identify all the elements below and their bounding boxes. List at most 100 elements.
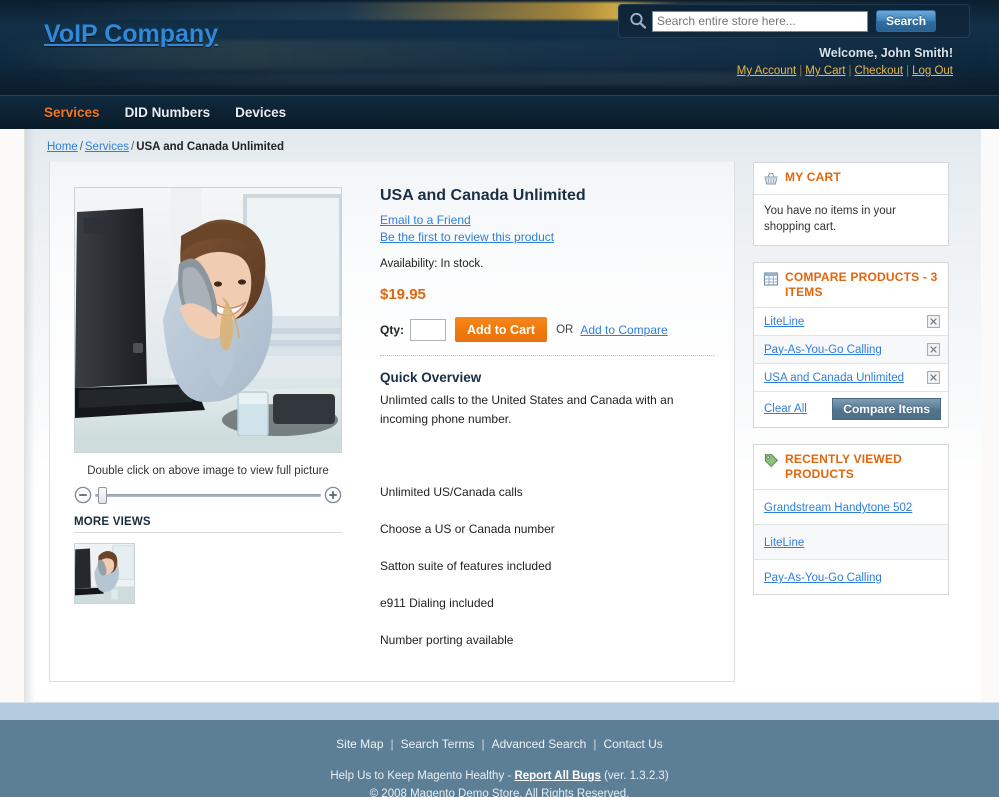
link-my-account[interactable]: My Account xyxy=(737,65,796,77)
feature-item: e911 Dialing included xyxy=(380,596,494,610)
add-to-cart-row: Qty: Add to Cart OR Add to Compare xyxy=(380,317,714,356)
recently-viewed-header: RECENTLY VIEWED PRODUCTS xyxy=(754,445,948,490)
zoom-slider-track[interactable] xyxy=(95,486,321,504)
image-hint-text: Double click on above image to view full… xyxy=(87,465,329,477)
breadcrumb-home[interactable]: Home xyxy=(47,141,78,153)
nav-item-services[interactable]: Services xyxy=(44,105,100,120)
my-cart-body: You have no items in your shopping cart. xyxy=(754,195,948,245)
search-icon xyxy=(628,11,648,31)
search-input[interactable] xyxy=(652,10,868,32)
welcome-message: Welcome, John Smith! xyxy=(819,46,953,60)
footer-links: Site Map | Search Terms | Advanced Search | Co… xyxy=(0,737,999,751)
compare-products-header: COMPARE PRODUCTS - 3 ITEMS xyxy=(754,263,948,308)
quick-overview-heading: Quick Overview xyxy=(380,370,482,385)
footer-help-note: Help Us to Keep Magento Healthy - Report… xyxy=(0,770,999,782)
nav-item-devices[interactable]: Devices xyxy=(235,105,286,120)
clear-all-link[interactable]: Clear All xyxy=(764,403,807,415)
recently-viewed-link[interactable]: LiteLine xyxy=(764,537,804,549)
recently-viewed-link[interactable]: Pay-As-You-Go Calling xyxy=(764,572,882,584)
feature-item: Number porting available xyxy=(380,633,514,647)
site-footer: Site Map | Search Terms | Advanced Search | Co… xyxy=(0,720,999,797)
footer-link-site-map[interactable]: Site Map xyxy=(336,737,383,751)
footer-link-contact-us[interactable]: Contact Us xyxy=(603,737,662,751)
product-image-column: Double click on above image to view full… xyxy=(74,187,342,604)
tag-icon xyxy=(763,453,779,469)
minus-circle-icon[interactable] xyxy=(74,486,92,504)
footer-accent-strip xyxy=(0,702,999,720)
compare-items-button[interactable]: Compare Items xyxy=(832,398,941,420)
write-review-link[interactable]: Be the first to review this product xyxy=(380,230,714,244)
breadcrumb: Home / Services / USA and Canada Unlimited xyxy=(47,141,284,153)
quick-overview-text: Unlimted calls to the United States and … xyxy=(380,393,674,426)
my-cart-header: MY CART xyxy=(754,163,948,195)
breadcrumb-separator: / xyxy=(79,141,83,153)
or-label: OR xyxy=(556,323,574,336)
feature-item: Satton suite of features included xyxy=(380,559,552,573)
add-to-cart-button[interactable]: Add to Cart xyxy=(455,317,548,342)
product-info-column: USA and Canada Unlimited Email to a Frie… xyxy=(380,187,714,647)
product-card: Double click on above image to view full… xyxy=(49,162,735,682)
breadcrumb-current: USA and Canada Unlimited xyxy=(136,141,285,153)
cart-icon xyxy=(763,171,779,187)
recently-viewed-title: RECENTLY VIEWED PRODUCTS xyxy=(785,452,903,481)
footer-help-prefix: Help Us to Keep Magento Healthy - xyxy=(330,770,515,782)
more-views-heading: MORE VIEWS xyxy=(74,516,342,533)
link-log-out[interactable]: Log Out xyxy=(912,65,953,77)
feature-item: Unlimited US/Canada calls xyxy=(380,485,523,499)
sidebar: MY CART You have no items in your shoppi… xyxy=(753,162,949,611)
email-to-friend-link[interactable]: Email to a Friend xyxy=(380,213,714,227)
account-links: My Account | My Cart | Checkout | Log Out xyxy=(737,65,953,77)
search-button[interactable]: Search xyxy=(876,10,937,32)
compare-list-item: USA and Canada Unlimited xyxy=(754,364,948,392)
report-bugs-link[interactable]: Report All Bugs xyxy=(514,770,600,782)
footer-separator: | xyxy=(593,737,597,751)
my-cart-title: MY CART xyxy=(785,170,841,184)
page-left-shadow xyxy=(25,129,35,702)
nav-item-did-numbers[interactable]: DID Numbers xyxy=(125,105,211,120)
product-main-image[interactable] xyxy=(74,187,342,453)
image-zoom-controls xyxy=(74,486,342,504)
page-container: Home / Services / USA and Canada Unlimited xyxy=(24,129,981,702)
zoom-slider-handle[interactable] xyxy=(98,487,107,504)
compare-item-link[interactable]: USA and Canada Unlimited xyxy=(764,372,904,384)
recently-viewed-link[interactable]: Grandstream Handytone 502 xyxy=(764,502,912,514)
close-icon[interactable] xyxy=(927,315,940,328)
compare-products-title: COMPARE PRODUCTS - 3 ITEMS xyxy=(785,270,938,299)
my-cart-block: MY CART You have no items in your shoppi… xyxy=(753,162,949,246)
link-separator: | xyxy=(799,65,803,77)
qty-input[interactable] xyxy=(410,318,446,341)
cart-empty-text: You have no items in your shopping cart. xyxy=(764,205,896,233)
link-checkout[interactable]: Checkout xyxy=(854,65,903,77)
compare-actions: Clear All Compare Items xyxy=(754,392,948,427)
qty-label: Qty: xyxy=(380,322,404,337)
grid-icon xyxy=(763,271,779,287)
compare-list-item: LiteLine xyxy=(754,308,948,336)
recently-viewed-block: RECENTLY VIEWED PRODUCTS Grandstream Han… xyxy=(753,444,949,595)
compare-products-block: COMPARE PRODUCTS - 3 ITEMS LiteLine Pay-… xyxy=(753,262,949,428)
product-thumbnail[interactable] xyxy=(74,543,135,604)
recently-viewed-item: Grandstream Handytone 502 xyxy=(754,490,948,525)
add-to-compare-link[interactable]: Add to Compare xyxy=(580,323,667,337)
footer-version: (ver. 1.3.2.3) xyxy=(600,770,669,782)
site-logo[interactable]: VoIP Company xyxy=(44,20,218,49)
footer-copyright: © 2008 Magento Demo Store. All Rights Re… xyxy=(369,788,630,797)
product-title: USA and Canada Unlimited xyxy=(380,187,586,204)
close-icon[interactable] xyxy=(927,371,940,384)
search-box: Search xyxy=(618,4,970,38)
plus-circle-icon[interactable] xyxy=(324,486,342,504)
compare-item-link[interactable]: Pay-As-You-Go Calling xyxy=(764,344,882,356)
footer-link-search-terms[interactable]: Search Terms xyxy=(401,737,475,751)
feature-item: Choose a US or Canada number xyxy=(380,522,555,536)
main-navigation: Services DID Numbers Devices xyxy=(0,95,999,129)
compare-list-item: Pay-As-You-Go Calling xyxy=(754,336,948,364)
zoom-slider-line xyxy=(95,494,321,497)
availability-text: Availability: In stock. xyxy=(380,258,484,270)
product-price: $19.95 xyxy=(380,286,426,303)
link-my-cart[interactable]: My Cart xyxy=(805,65,845,77)
compare-item-link[interactable]: LiteLine xyxy=(764,316,804,328)
close-icon[interactable] xyxy=(927,343,940,356)
breadcrumb-services[interactable]: Services xyxy=(85,141,129,153)
site-header: VoIP Company Search Welcome, John Smith!… xyxy=(0,0,999,95)
footer-link-advanced-search[interactable]: Advanced Search xyxy=(492,737,587,751)
link-separator: | xyxy=(906,65,910,77)
